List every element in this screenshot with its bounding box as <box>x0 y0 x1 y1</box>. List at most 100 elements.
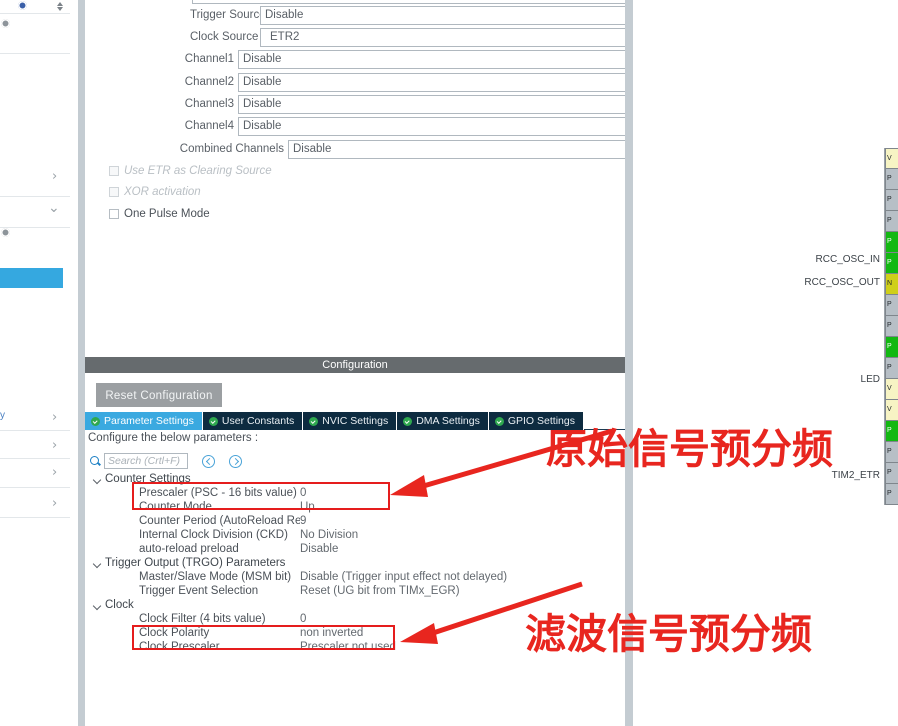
gear-icon <box>1 19 10 28</box>
previous-match-icon[interactable] <box>202 454 215 468</box>
chip-pin[interactable]: P <box>885 442 898 463</box>
sidebar-row[interactable] <box>0 155 70 197</box>
checkbox-row: XOR activation <box>109 186 201 198</box>
tab-user-constants[interactable]: User Constants <box>202 412 304 430</box>
reset-configuration-button[interactable]: Reset Configuration <box>96 383 222 407</box>
chevron-right-icon[interactable]: › <box>52 466 57 479</box>
tab-label: User Constants <box>221 415 295 427</box>
chip-pin[interactable]: P <box>885 337 898 358</box>
search-input[interactable]: Search (Crtl+F) <box>104 453 188 469</box>
parameter-name: Master/Slave Mode (MSM bit) <box>139 571 292 583</box>
parameter-value[interactable]: Prescaler not used <box>300 641 396 653</box>
parameter-value[interactable]: Disable <box>300 543 338 555</box>
parameter-name: Trigger Event Selection <box>139 585 259 597</box>
field-label: Trigger Source <box>190 9 266 21</box>
form-row: Clock Source ETR2 <box>85 28 625 47</box>
check-circle-icon <box>494 416 504 426</box>
chip-pin[interactable]: N <box>885 274 898 295</box>
field-input[interactable]: Disable <box>238 117 625 136</box>
parameter-row[interactable]: Internal Clock Division (CKD) No Division <box>85 528 625 542</box>
tab-parameter-settings[interactable]: Parameter Settings <box>85 412 203 430</box>
chip-pin[interactable]: P <box>885 484 898 505</box>
configuration-panel: Configuration Reset Configuration Parame… <box>85 357 625 726</box>
parameter-group-header[interactable]: Trigger Output (TRGO) Parameters <box>85 556 625 570</box>
parameter-value[interactable]: Disable (Trigger input effect not delaye… <box>300 571 507 583</box>
chip-pin[interactable]: V <box>885 148 898 169</box>
pin-label: TIM2_ETR <box>831 470 880 481</box>
spinner-icon[interactable] <box>57 2 63 11</box>
check-circle-icon <box>403 416 413 426</box>
chip-pin[interactable]: V <box>885 400 898 421</box>
chevron-right-icon[interactable]: › <box>52 497 57 510</box>
parameter-name: Clock Prescaler <box>139 641 220 653</box>
gear-icon <box>18 1 27 10</box>
chip-pin[interactable]: P <box>885 169 898 190</box>
field-input[interactable]: Disable <box>260 6 625 25</box>
annotation-text-2: 滤波信号预分频 <box>525 610 812 658</box>
chevron-down-icon[interactable]: ⌄ <box>48 201 60 215</box>
chevron-right-icon[interactable]: › <box>52 439 57 452</box>
chip-pin[interactable]: V <box>885 379 898 400</box>
partial-field-top[interactable] <box>192 0 625 4</box>
sidebar-row[interactable] <box>0 14 70 54</box>
field-input[interactable]: Disable <box>238 95 625 114</box>
chip-pin[interactable]: P <box>885 358 898 379</box>
field-input[interactable]: Disable <box>238 50 625 69</box>
form-row: Channel3 Disable <box>85 95 625 114</box>
parameter-name: Clock Filter (4 bits value) <box>139 613 266 625</box>
tab-nvic-settings[interactable]: NVIC Settings <box>303 412 398 430</box>
checkbox-icon[interactable] <box>109 209 119 219</box>
checkbox-row[interactable]: One Pulse Mode <box>109 208 210 220</box>
parameter-value[interactable]: Up <box>300 501 315 513</box>
field-input[interactable]: Disable <box>238 73 625 92</box>
field-input[interactable]: ETR2 <box>260 28 625 47</box>
chip-pin[interactable]: P <box>885 211 898 232</box>
checkbox-icon <box>109 166 119 176</box>
parameter-row[interactable]: Counter Mode Up <box>85 500 625 514</box>
field-label: Channel1 <box>184 53 234 65</box>
sidebar-row[interactable] <box>0 431 70 459</box>
sidebar-row[interactable] <box>0 403 70 431</box>
chevron-right-icon[interactable]: › <box>52 411 57 424</box>
field-label: Channel4 <box>184 120 234 132</box>
parameter-value[interactable]: 0 <box>300 487 306 499</box>
parameter-row[interactable]: Trigger Event Selection Reset (UG bit fro… <box>85 584 625 598</box>
parameter-value[interactable]: Reset (UG bit from TIMx_EGR) <box>300 585 460 597</box>
parameter-value[interactable]: non inverted <box>300 627 363 639</box>
parameter-row[interactable]: Master/Slave Mode (MSM bit) Disable (Trig… <box>85 570 625 584</box>
sidebar-row[interactable] <box>0 459 70 488</box>
parameter-row[interactable]: auto-reload preload Disable <box>85 542 625 556</box>
parameter-value[interactable]: 9 <box>300 515 306 527</box>
sidebar-row[interactable] <box>0 488 70 518</box>
configuration-tabs: Parameter Settings User Constants NVIC Set… <box>85 412 625 430</box>
chip-pin[interactable]: P <box>885 295 898 316</box>
check-circle-icon <box>208 416 218 426</box>
chevron-right-icon[interactable]: › <box>52 170 57 183</box>
pane-divider[interactable] <box>78 0 85 726</box>
chip-pin[interactable]: P <box>885 190 898 211</box>
field-input[interactable]: Disable <box>288 140 625 159</box>
chip-pin[interactable]: P <box>885 463 898 484</box>
parameter-group-header[interactable]: Counter Settings <box>85 472 625 486</box>
selected-highlight-bar[interactable] <box>0 268 63 288</box>
form-row: Combined Channels Disable <box>85 140 625 159</box>
tab-dma-settings[interactable]: DMA Settings <box>397 412 489 430</box>
next-match-icon[interactable] <box>229 454 242 468</box>
chevron-down-icon[interactable] <box>92 474 103 485</box>
parameter-value[interactable]: 0 <box>300 613 306 625</box>
chevron-down-icon[interactable] <box>92 600 103 611</box>
parameter-row[interactable]: Counter Period (AutoReload Register - 16… <box>85 514 625 528</box>
parameter-row[interactable]: Prescaler (PSC - 16 bits value) 0 <box>85 486 625 500</box>
chevron-down-icon[interactable] <box>92 558 103 569</box>
form-row: Trigger Source Disable <box>85 6 625 25</box>
parameter-value[interactable]: No Division <box>300 529 358 541</box>
parameter-name: Clock Polarity <box>139 627 210 639</box>
chip-pin[interactable]: P <box>885 253 898 274</box>
chip-pin[interactable]: P <box>885 421 898 442</box>
chip-pin[interactable]: P <box>885 232 898 253</box>
chip-pin[interactable]: P <box>885 316 898 337</box>
timer-settings-form: Trigger Source Disable Clock Source ETR2 Cha… <box>85 0 625 356</box>
field-label: Channel3 <box>184 98 234 110</box>
parameter-name: Internal Clock Division (CKD) <box>139 529 288 541</box>
checkbox-row: Use ETR as Clearing Source <box>109 165 272 177</box>
